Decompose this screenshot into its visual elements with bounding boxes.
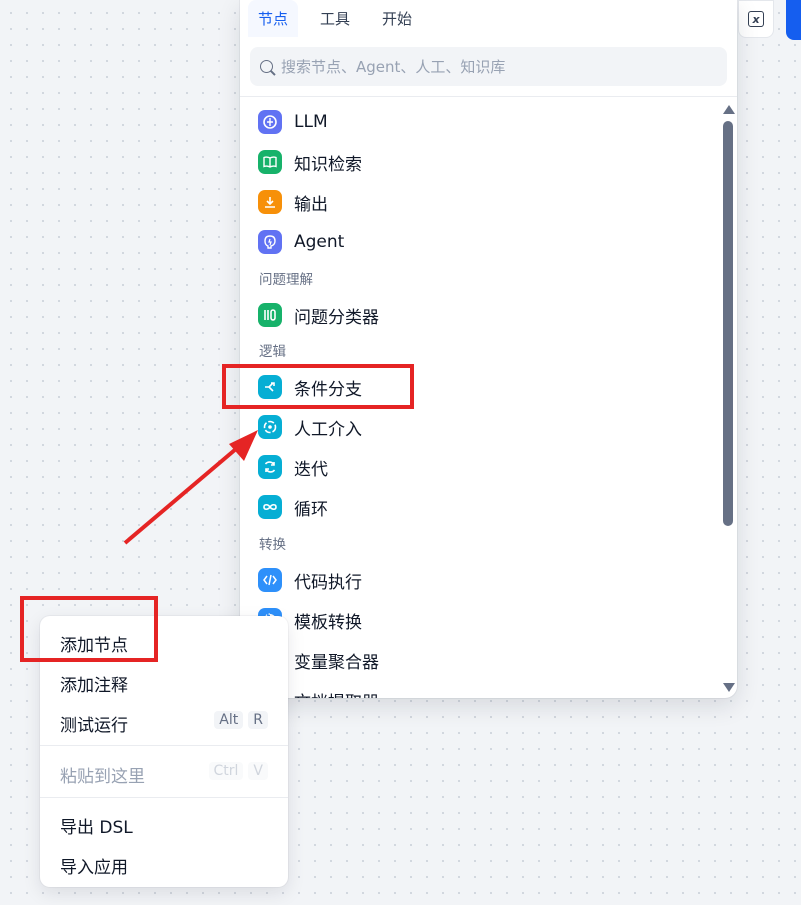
annotation-arrow: [123, 430, 258, 545]
